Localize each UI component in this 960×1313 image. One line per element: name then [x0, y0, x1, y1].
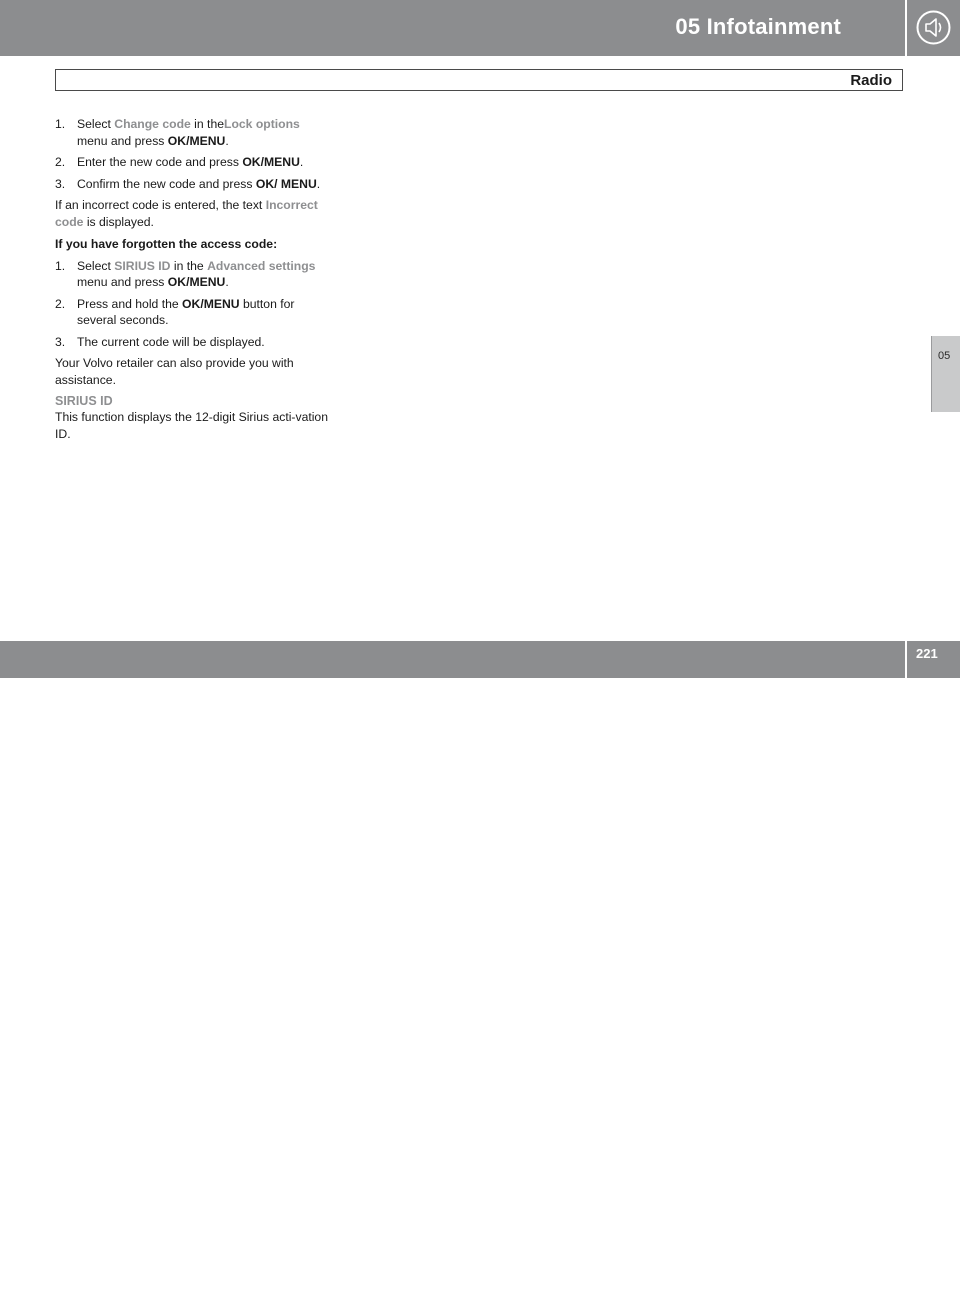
- text: in the: [190, 117, 224, 131]
- list-item: 3. The current code will be displayed.: [55, 334, 330, 351]
- sirius-id-heading: SIRIUS ID: [55, 394, 113, 408]
- content-column: 1. Select Change code in theLock options…: [55, 116, 330, 448]
- button-term: OK/MENU: [182, 296, 240, 311]
- page-number: 221: [916, 646, 938, 661]
- header-bar: 05 Infotainment: [0, 0, 905, 56]
- text: is displayed.: [83, 214, 154, 229]
- speaker-icon: [916, 10, 951, 45]
- section-header: Radio: [55, 69, 903, 91]
- text: Select: [77, 117, 115, 131]
- text: menu and press: [77, 275, 168, 289]
- list-number: 3.: [55, 176, 66, 191]
- button-term: OK/ MENU: [255, 176, 317, 191]
- list-item: 2. Press and hold the OK/MENU button for…: [55, 296, 330, 329]
- text: .: [316, 176, 321, 191]
- button-term: OK/MENU: [167, 133, 226, 148]
- text: .: [225, 275, 229, 289]
- menu-term: Lock options: [224, 117, 300, 131]
- list-number: 2.: [55, 155, 66, 169]
- chapter-title: 05 Infotainment: [675, 14, 841, 39]
- button-term: OK/MENU: [242, 155, 300, 169]
- chapter-tab[interactable]: 05: [931, 336, 960, 412]
- menu-term: Advanced settings: [207, 258, 316, 273]
- header-icon-box: [907, 0, 960, 56]
- watermark: carmanualsonline.info: [665, 1287, 909, 1312]
- text: Enter the new code and press: [77, 155, 243, 169]
- list-item: 1. Select SIRIUS ID in the Advanced sett…: [55, 258, 330, 291]
- text: .: [225, 133, 229, 148]
- button-term: OK/MENU: [167, 275, 226, 289]
- list-item: 2. Enter the new code and press OK/MENU.: [55, 154, 330, 171]
- paragraph: This function displays the 12-digit Siri…: [55, 410, 328, 441]
- subheading: If you have forgotten the access code:: [55, 237, 278, 251]
- section-title: Radio: [850, 72, 892, 89]
- chapter-tab-label: 05: [938, 350, 951, 362]
- text: menu and press: [77, 133, 168, 148]
- menu-term: SIRIUS ID: [114, 258, 171, 273]
- paragraph: Your Volvo retailer can also provide you…: [55, 356, 294, 387]
- text: If an incorrect code is entered, the tex…: [55, 198, 266, 212]
- text: Press and hold the: [77, 296, 183, 311]
- text: .: [299, 155, 304, 169]
- paragraph: If an incorrect code is entered, the tex…: [55, 197, 330, 230]
- list-item: 3. Confirm the new code and press OK/ ME…: [55, 176, 330, 193]
- list-item: 1. Select Change code in theLock options…: [55, 116, 330, 149]
- footer-bar: carmanualsonline.info: [0, 641, 909, 1312]
- list-number: 3.: [55, 334, 66, 349]
- text: in the: [170, 258, 208, 273]
- text: The current code will be displayed.: [77, 334, 265, 349]
- text: Confirm the new code and press: [77, 176, 256, 191]
- menu-term: Change code: [114, 117, 191, 131]
- list-number: 1.: [55, 258, 66, 273]
- text: Select: [77, 258, 115, 273]
- list-number: 1.: [55, 117, 66, 131]
- list-number: 2.: [55, 296, 66, 311]
